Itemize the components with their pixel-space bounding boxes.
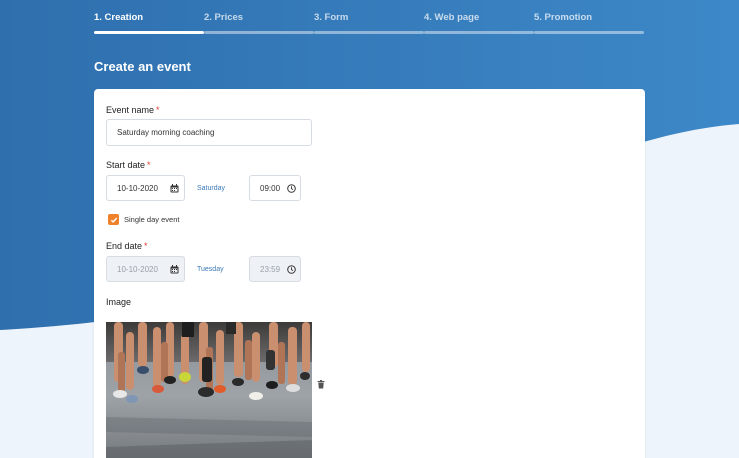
start-date-input[interactable]: 10-10-2020 bbox=[106, 175, 185, 201]
required-mark: * bbox=[144, 241, 148, 251]
label-text: Event name bbox=[106, 105, 155, 115]
end-weekday: Tuesday bbox=[197, 266, 224, 273]
step-prices[interactable]: 2. Prices bbox=[204, 12, 314, 36]
image-label: Image bbox=[106, 297, 132, 307]
step-promotion[interactable]: 5. Promotion bbox=[534, 12, 644, 36]
step-progress-bar bbox=[204, 31, 314, 34]
page-title: Create an event bbox=[94, 59, 191, 74]
end-time-value: 23:59 bbox=[260, 264, 281, 274]
step-progress-bar bbox=[534, 31, 644, 34]
step-web-page[interactable]: 4. Web page bbox=[424, 12, 534, 36]
clock-icon[interactable] bbox=[286, 183, 297, 194]
label-text: End date bbox=[106, 241, 143, 251]
single-day-label: Single day event bbox=[124, 215, 180, 224]
step-label: 3. Form bbox=[314, 12, 349, 23]
stepper: 1. Creation 2. Prices 3. Form 4. Web pag… bbox=[94, 12, 644, 36]
calendar-icon[interactable] bbox=[169, 264, 180, 275]
calendar-icon[interactable] bbox=[169, 183, 180, 194]
step-label: 5. Promotion bbox=[534, 12, 593, 23]
check-icon bbox=[110, 217, 117, 223]
trash-icon[interactable] bbox=[317, 380, 325, 389]
step-progress-bar bbox=[424, 31, 534, 34]
end-time-input[interactable]: 23:59 bbox=[249, 256, 301, 282]
required-mark: * bbox=[156, 105, 160, 115]
event-name-label: Event name * bbox=[106, 105, 160, 115]
event-form-card: Event name * Saturday morning coaching St… bbox=[94, 89, 645, 458]
start-date-value: 10-10-2020 bbox=[117, 183, 158, 193]
event-name-value: Saturday morning coaching bbox=[117, 128, 215, 137]
step-label: 2. Prices bbox=[204, 12, 244, 23]
start-date-label: Start date * bbox=[106, 160, 151, 170]
event-name-input[interactable]: Saturday morning coaching bbox=[106, 119, 312, 146]
label-text: Start date bbox=[106, 160, 146, 170]
required-mark: * bbox=[147, 160, 151, 170]
step-progress-bar bbox=[94, 31, 204, 34]
end-date-value: 10-10-2020 bbox=[117, 264, 158, 274]
start-time-value: 09:00 bbox=[260, 183, 281, 193]
step-creation[interactable]: 1. Creation bbox=[94, 12, 204, 36]
single-day-checkbox[interactable] bbox=[108, 214, 119, 225]
runners-photo bbox=[106, 322, 312, 458]
clock-icon[interactable] bbox=[286, 264, 297, 275]
end-date-label: End date * bbox=[106, 241, 148, 251]
end-date-input[interactable]: 10-10-2020 bbox=[106, 256, 185, 282]
step-form[interactable]: 3. Form bbox=[314, 12, 424, 36]
start-time-input[interactable]: 09:00 bbox=[249, 175, 301, 201]
step-progress-bar bbox=[314, 31, 424, 34]
step-label: 4. Web page bbox=[424, 12, 480, 23]
event-image bbox=[106, 322, 312, 458]
start-weekday: Saturday bbox=[197, 185, 226, 192]
step-label: 1. Creation bbox=[94, 12, 144, 23]
